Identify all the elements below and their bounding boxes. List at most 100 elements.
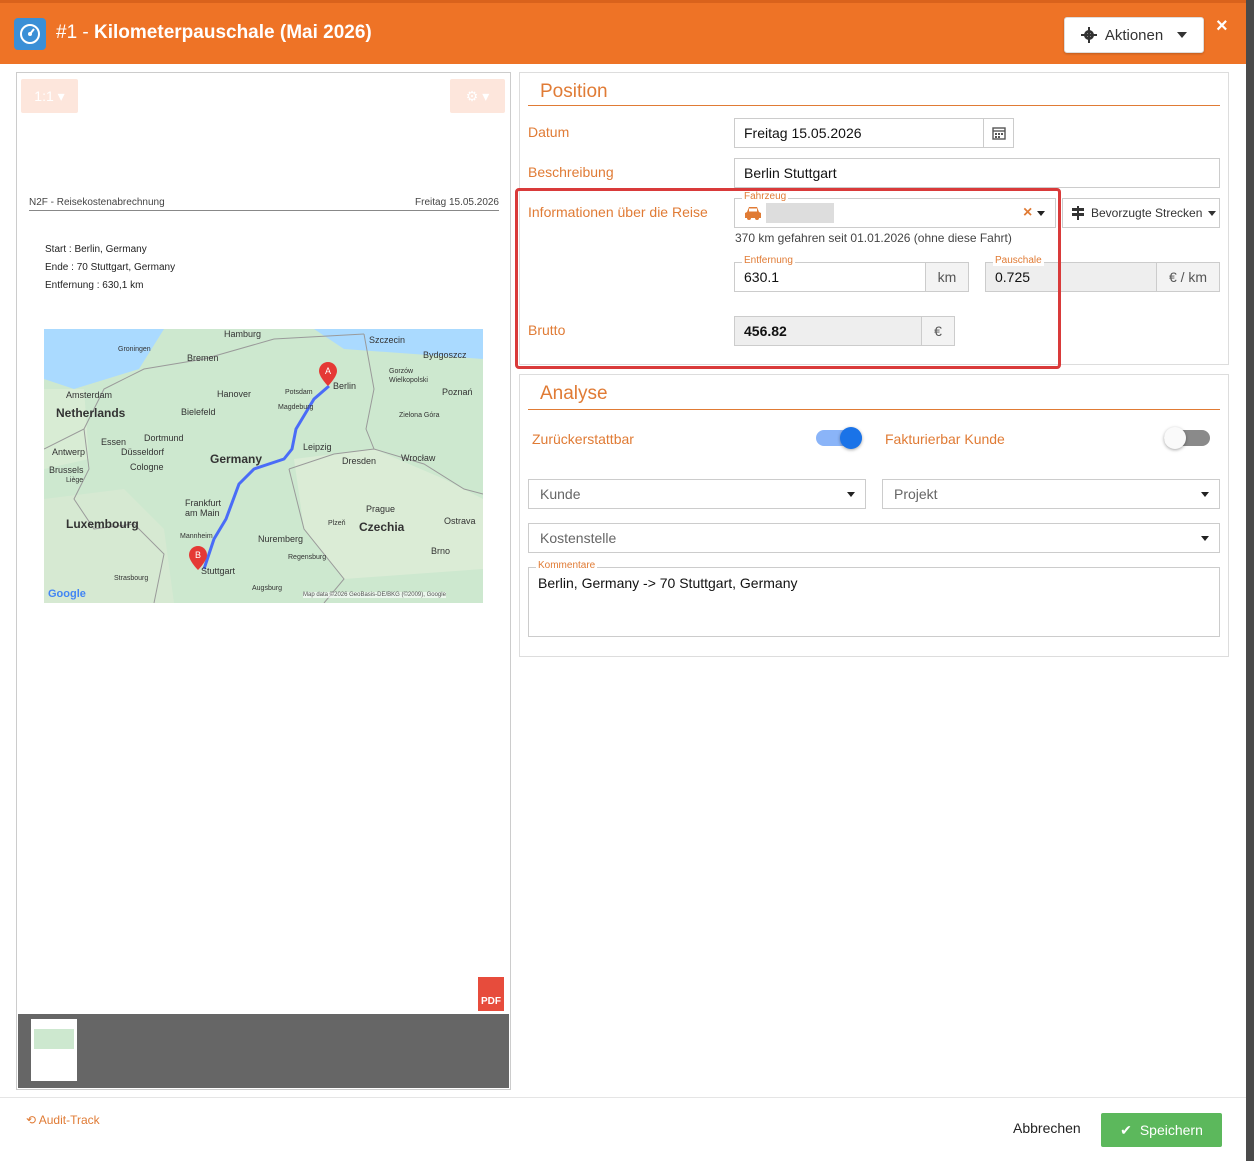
thumbnail-strip	[18, 1014, 509, 1088]
save-label: Speichern	[1139, 1122, 1203, 1138]
bevorzugte-strecken-button[interactable]: Bevorzugte Strecken	[1062, 198, 1220, 228]
map-label: Czechia	[359, 520, 405, 534]
map-label: Ostrava	[444, 516, 476, 526]
page-thumbnail[interactable]	[31, 1019, 77, 1081]
highlight-box	[515, 188, 1061, 369]
map-label: Plzeň	[328, 520, 346, 527]
datum-field[interactable]: Freitag 15.05.2026	[734, 118, 984, 148]
map-label: Augsburg	[252, 585, 282, 592]
fakturierbar-label: Fakturierbar Kunde	[885, 431, 1005, 447]
map-label: Bielefeld	[181, 407, 216, 417]
document-viewer: 1:1 ▾ ⚙ ▾ N2F - Reisekostenabrechnung Fr…	[16, 72, 511, 1090]
doc-header-right: Freitag 15.05.2026	[415, 197, 499, 208]
map-label: Hanover	[217, 389, 252, 399]
modal-header: #1 - Kilometerpauschale (Mai 2026) Aktio…	[0, 0, 1246, 64]
map-label: Szczecin	[369, 335, 406, 345]
kunde-placeholder: Kunde	[540, 486, 581, 502]
map-label: Potsdam	[285, 389, 313, 396]
map-label: Strasbourg	[114, 575, 149, 582]
map-label: Brno	[431, 546, 451, 556]
map-label: Zielona Góra	[399, 412, 440, 419]
doc-line: Ende : 70 Stuttgart, Germany	[45, 262, 176, 273]
map-label: Cologne	[130, 462, 164, 472]
map-label: Stuttgart	[201, 566, 236, 576]
google-logo: Google	[48, 588, 86, 600]
map-label: Bydgoszcz	[423, 350, 467, 360]
pdf-icon[interactable]: PDF	[478, 977, 504, 1011]
speedometer-icon	[14, 18, 46, 50]
map-label: Dresden	[342, 456, 377, 466]
map-label: Wrocław	[401, 453, 436, 463]
zurueckerstattbar-toggle[interactable]	[816, 427, 862, 449]
map-label: Groningen	[118, 346, 151, 353]
caret-down-icon	[1208, 210, 1217, 216]
beschreibung-label: Beschreibung	[528, 164, 614, 180]
caret-down-icon	[1201, 536, 1209, 541]
map-label: Liège	[66, 477, 84, 484]
map-label: Gorzów Wielkopolski	[389, 368, 428, 384]
map-label: Hamburg	[224, 329, 262, 339]
kostenstelle-select[interactable]: Kostenstelle	[528, 523, 1220, 553]
doc-header-left: N2F - Reisekostenabrechnung	[29, 197, 165, 208]
map-label: Leipzig	[303, 442, 332, 452]
check-icon: ✔	[1120, 1121, 1132, 1138]
map-label: Regensburg	[288, 554, 327, 561]
bevorzugte-label: Bevorzugte Strecken	[1091, 206, 1203, 220]
projekt-select[interactable]: Projekt	[882, 479, 1220, 509]
pauschale-unit: € / km	[1156, 262, 1220, 292]
map-label: Prague	[366, 504, 396, 514]
modal-dialog: #1 - Kilometerpauschale (Mai 2026) Aktio…	[0, 0, 1246, 1161]
signpost-icon	[1072, 206, 1084, 220]
kommentare-label: Kommentare	[536, 560, 598, 571]
document-page: N2F - Reisekostenabrechnung Freitag 15.0…	[29, 197, 499, 211]
map-label: Frankfurt am Main	[185, 498, 222, 518]
caret-down-icon	[1201, 492, 1209, 497]
map-label: Düsseldorf	[121, 447, 165, 457]
kostenstelle-placeholder: Kostenstelle	[540, 530, 617, 546]
map-label: Luxembourg	[66, 517, 139, 531]
doc-line: Entfernung : 630,1 km	[45, 280, 144, 291]
map-label: Germany	[210, 452, 263, 466]
doc-route-info: Start : Berlin, Germany Ende : 70 Stuttg…	[45, 241, 175, 295]
map-label: Essen	[101, 437, 127, 447]
kunde-select[interactable]: Kunde	[528, 479, 866, 509]
position-title: Position	[540, 81, 608, 102]
projekt-placeholder: Projekt	[894, 486, 938, 502]
viewer-settings-button[interactable]: ⚙ ▾	[450, 79, 505, 113]
beschreibung-field[interactable]: Berlin Stuttgart	[734, 158, 1220, 188]
map-label: Nuremberg	[258, 534, 304, 544]
map-attribution: Map data ©2026 GeoBasis-DE/BKG (©2009), …	[303, 592, 446, 598]
actions-label: Aktionen	[1104, 26, 1164, 44]
map-label: Mannheim	[180, 533, 213, 540]
map-label: Bremen	[187, 353, 219, 363]
analyse-title: Analyse	[540, 383, 608, 404]
cancel-button[interactable]: Abbrechen	[1013, 1120, 1081, 1136]
map-label: Magdeburg	[278, 404, 314, 411]
map-label: Brussels	[49, 465, 84, 475]
actions-button[interactable]: Aktionen	[1064, 17, 1204, 53]
modal-title: #1 - Kilometerpauschale (Mai 2026)	[56, 22, 372, 43]
map-label: Poznań	[442, 387, 473, 397]
datum-label: Datum	[528, 124, 570, 140]
fakturierbar-toggle[interactable]	[1164, 427, 1210, 449]
caret-down-icon	[1177, 32, 1188, 38]
save-button[interactable]: ✔ Speichern	[1101, 1113, 1222, 1147]
map-label: Amsterdam	[66, 390, 113, 400]
route-map: A B Hamburg Szczecin Groningen Bremen By…	[44, 329, 483, 603]
audit-track-link[interactable]: ⟲ Audit-Track	[26, 1113, 100, 1127]
section-divider	[528, 409, 1220, 410]
map-label: Berlin	[333, 381, 357, 391]
kommentare-textarea[interactable]: Berlin, Germany -> 70 Stuttgart, Germany	[528, 567, 1220, 637]
doc-line: Start : Berlin, Germany	[45, 244, 147, 255]
gear-icon	[1080, 27, 1097, 43]
map-label: Antwerp	[52, 447, 86, 457]
zurueckerstattbar-label: Zurückerstattbar	[532, 431, 634, 447]
modal-footer: ⟲ Audit-Track Abbrechen ✔ Speichern	[0, 1097, 1246, 1161]
map-label: Dortmund	[144, 433, 184, 443]
zoom-dropdown[interactable]: 1:1 ▾	[21, 79, 78, 113]
calendar-icon[interactable]	[983, 118, 1014, 148]
caret-down-icon	[847, 492, 855, 497]
close-button[interactable]: ×	[1216, 15, 1228, 38]
section-divider	[528, 105, 1220, 106]
map-label: Netherlands	[56, 406, 126, 420]
